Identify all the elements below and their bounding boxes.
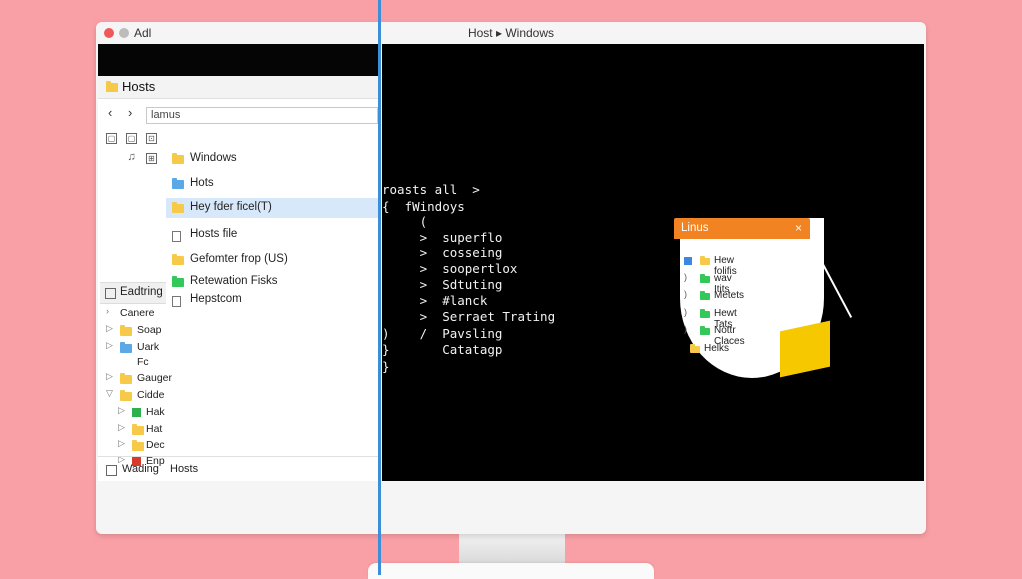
blue-square-icon [684, 257, 692, 265]
toolbar-icon-1[interactable]: ▢ [106, 133, 117, 144]
folder-icon [172, 178, 184, 189]
terminal-line: ( [382, 214, 428, 229]
section-icon [105, 288, 116, 299]
folder-icon [172, 276, 184, 287]
toolbar-icon-2[interactable]: ▢ [126, 133, 137, 144]
terminal-line: ) / Pavsling [382, 326, 503, 341]
folder-icon [700, 274, 710, 283]
finder-status-bar: Wading Hosts [98, 456, 380, 482]
terminal-line: } [382, 359, 390, 374]
terminal-line: roasts all > [382, 182, 480, 197]
terminal-line: > cosseing [382, 245, 503, 260]
window-title: Host ▸ Windows [467, 26, 555, 40]
monitor-base [368, 563, 654, 579]
list-item[interactable]: Hepstcom [166, 290, 380, 310]
file-icon [172, 296, 181, 307]
folder-icon [172, 254, 184, 265]
toolbar-icon-3[interactable]: ⊡ [146, 133, 157, 144]
list-item[interactable]: Hots [166, 174, 380, 194]
folder-icon [700, 291, 710, 300]
title-bar: Adl Host ▸ Windows [96, 22, 926, 44]
disclosure-triangle-icon[interactable]: ▷ [106, 371, 113, 382]
terminal-panel[interactable]: roasts all > { fWindoys ( > superflo > c… [382, 44, 924, 481]
folder-icon [172, 153, 184, 164]
finder-header: Hosts [98, 76, 380, 99]
folder-icon [120, 325, 132, 336]
grid-icon[interactable]: ⊞ [146, 153, 157, 164]
folder-icon [132, 424, 144, 435]
folder-icon [120, 342, 132, 353]
green-square-icon [132, 408, 141, 417]
finder-panel: Hosts ‹ › lamus ▢ ▢ ⊡ ♫ ⊞ Windows Hots H… [98, 76, 381, 481]
finder-topbar [98, 44, 381, 76]
disclosure-triangle-icon[interactable]: ▷ [118, 438, 125, 449]
disclosure-triangle-icon[interactable]: ▷ [106, 323, 113, 334]
popup-header: Linus × [674, 218, 810, 239]
file-icon [172, 231, 181, 242]
folder-icon [700, 256, 710, 265]
music-icon[interactable]: ♫ [126, 152, 137, 164]
folder-icon [690, 344, 700, 353]
search-input[interactable]: lamus [146, 107, 378, 124]
list-item[interactable]: Retewation Fisks [166, 272, 380, 292]
disclosure-triangle-icon[interactable]: ▷ [106, 340, 113, 351]
vertical-divider-line[interactable] [378, 0, 381, 575]
back-button[interactable]: ‹ [108, 105, 112, 120]
folder-icon [120, 390, 132, 401]
disclosure-triangle-icon[interactable]: ▷ [118, 405, 125, 416]
list-item[interactable]: Hosts file [166, 225, 380, 245]
folder-icon [120, 373, 132, 384]
monitor-window: Adl Host ▸ Windows Hosts ‹ › lamus ▢ ▢ ⊡… [96, 22, 926, 534]
folder-icon [700, 326, 710, 335]
terminal-line: { fWindoys [382, 199, 465, 214]
monitor-stand [459, 533, 565, 565]
terminal-line: > soopertlox [382, 261, 518, 276]
terminal-line: > superflo [382, 230, 503, 245]
chevron-right-icon[interactable]: › [106, 306, 109, 316]
status-icon [106, 465, 117, 476]
close-icon[interactable]: × [795, 221, 802, 235]
popup-panel: Linus × Hew folifis ) wav Itits ) Metets… [674, 218, 853, 378]
folder-icon [700, 309, 710, 318]
finder-title: Hosts [122, 79, 156, 94]
terminal-line: > #lanck [382, 293, 488, 308]
terminal-line: > Serraet Trating [382, 309, 556, 324]
disclosure-triangle-open-icon[interactable]: ▽ [106, 388, 113, 399]
folder-icon [172, 202, 184, 213]
list-item-selected[interactable]: Hey fder ficel(T) [166, 198, 380, 218]
folder-icon [106, 81, 118, 92]
popup-title: Linus [681, 222, 709, 234]
terminal-line: } Catatagp [382, 342, 503, 357]
terminal-line: > Sdtuting [382, 277, 503, 292]
status-left: Wading [122, 463, 159, 475]
list-item[interactable]: Windows [166, 149, 380, 169]
list-item[interactable]: Gefomter frop (US) [166, 250, 380, 270]
folder-icon [132, 440, 144, 451]
sticky-note-icon [780, 320, 830, 378]
sidebar-section-header[interactable]: Eadtring [100, 282, 166, 304]
status-right: Hosts [170, 463, 199, 475]
disclosure-triangle-icon[interactable]: ▷ [118, 422, 125, 433]
forward-button[interactable]: › [128, 105, 132, 120]
